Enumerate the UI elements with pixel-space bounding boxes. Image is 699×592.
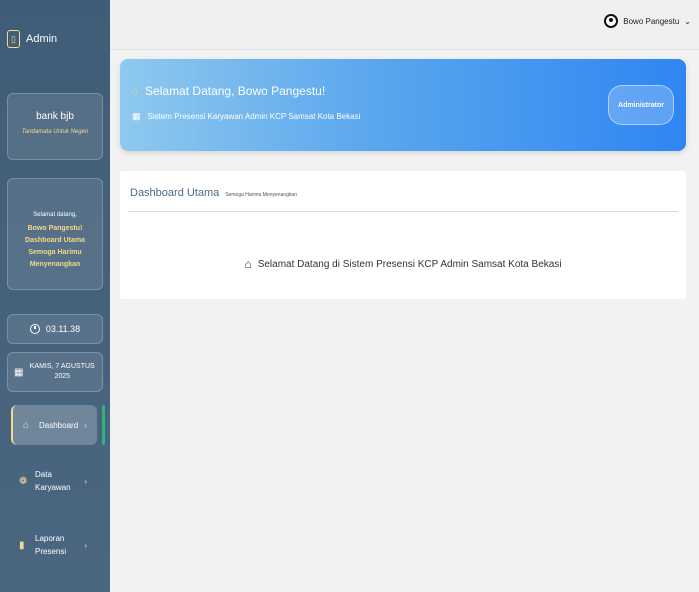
calendar-icon: ▦ — [132, 111, 141, 121]
active-indicator — [102, 405, 105, 445]
banner-title: Selamat Datang, Bowo Pangestu! — [145, 84, 326, 98]
welcome-message: Selamat Datang di Sistem Presensi KCP Ad… — [257, 258, 562, 270]
brand-label: Admin — [26, 33, 58, 45]
banner-title-row: ⌂ Selamat Datang, Bowo Pangestu! — [132, 84, 325, 98]
welcome-message: Bowo Pangestu! Dashboard Utama Semoga Ha… — [25, 225, 85, 268]
date-card: ▦ KAMIS, 7 AGUSTUS 2025 — [7, 352, 103, 392]
banner-subtitle-row: ▦ Sistem Presensi Karyawan Admin KCP Sam… — [132, 111, 360, 122]
brand[interactable]: ▯ Admin — [7, 30, 57, 48]
chevron-right-icon: › — [84, 420, 87, 430]
badge-icon: ▯ — [7, 30, 20, 48]
document-icon: ▮ — [19, 539, 25, 551]
welcome-message-row: ⌂ Selamat Datang di Sistem Presensi KCP … — [120, 257, 686, 271]
bank-card: bank bjb Tandamata Untuk Negeri — [7, 93, 103, 160]
page-title: Dashboard Utama — [130, 187, 220, 199]
current-time: 03.11.38 — [45, 324, 81, 334]
calendar-icon: ▦ — [14, 366, 24, 378]
sidebar-item-laporan-presensi[interactable]: ▮ Laporan Presensi › — [11, 522, 97, 568]
user-menu[interactable]: Bowo Pangestu ⌄ — [604, 14, 691, 28]
home-icon: ⌂ — [132, 85, 139, 97]
home-icon: ⌂ — [244, 257, 252, 271]
chevron-right-icon: › — [84, 540, 87, 550]
welcome-card: Selamat datang, Bowo Pangestu! Dashboard… — [7, 178, 103, 290]
sidebar-item-label: Dashboard — [39, 420, 79, 430]
chevron-down-icon: ⌄ — [684, 16, 691, 26]
bank-name: bank bjb — [36, 111, 74, 122]
panel-header: Dashboard Utama Semoga Harimu Menyenangk… — [130, 187, 297, 199]
clock-icon — [29, 324, 40, 334]
top-bar: Bowo Pangestu ⌄ — [110, 0, 699, 50]
banner-subtitle: Sistem Presensi Karyawan Admin KCP Samsa… — [147, 112, 361, 121]
sidebar-item-data-karyawan[interactable]: ❁ Data Karyawan › — [11, 458, 97, 504]
sidebar-item-label: Data Karyawan — [35, 470, 71, 492]
page-subtitle: Semoga Harimu Menyenangkan — [225, 192, 297, 198]
user-name: Bowo Pangestu — [623, 16, 680, 26]
sidebar-item-label: Laporan Presensi — [35, 534, 67, 556]
time-card: 03.11.38 — [7, 314, 103, 344]
users-icon: ❁ — [19, 475, 28, 487]
home-icon: ⌂ — [23, 419, 30, 431]
bank-tagline: Tandamata Untuk Negeri — [21, 129, 89, 135]
welcome-greeting: Selamat datang, — [33, 212, 77, 218]
sidebar-item-dashboard[interactable]: ⌂ Dashboard › — [11, 405, 97, 445]
welcome-banner: ⌂ Selamat Datang, Bowo Pangestu! ▦ Siste… — [120, 59, 686, 151]
current-date: KAMIS, 7 AGUSTUS 2025 — [29, 363, 95, 380]
dashboard-panel: Dashboard Utama Semoga Harimu Menyenangk… — [120, 171, 686, 299]
divider — [128, 211, 678, 212]
sidebar: ▯ Admin bank bjb Tandamata Untuk Negeri … — [0, 0, 110, 592]
user-circle-icon — [604, 14, 619, 28]
role-badge-button[interactable]: Administrator — [608, 85, 674, 125]
chevron-right-icon: › — [84, 476, 87, 486]
